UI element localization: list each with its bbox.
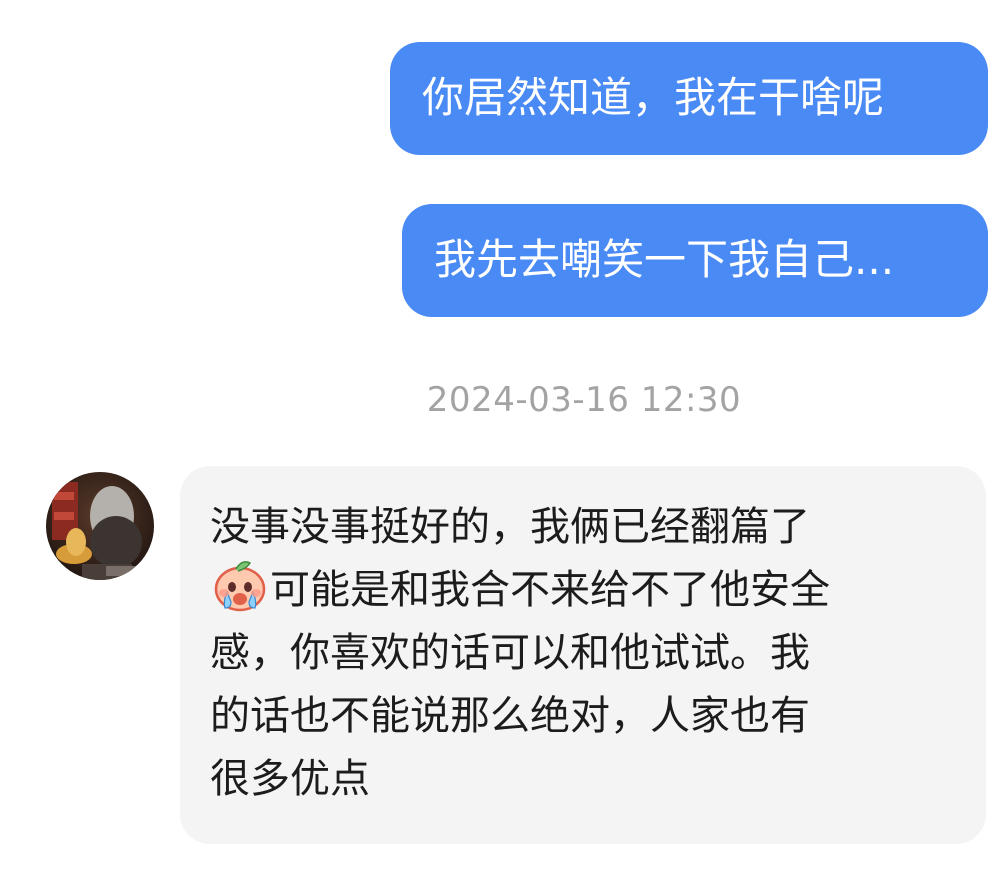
chat-thread: 你居然知道，我在干啥呢 我先去嘲笑一下我自己... 2024-03-16 12:… — [0, 0, 996, 894]
crying-peach-sticker-icon — [210, 559, 270, 613]
message-text-line: 很多优点 — [210, 756, 370, 802]
outgoing-message-bubble[interactable]: 我先去嘲笑一下我自己... — [402, 204, 988, 317]
message-text-line: 的话也不能说那么绝对，人家也有 — [210, 693, 810, 739]
message-text: 你居然知道，我在干啥呢 — [422, 73, 885, 122]
message-text-line: 感，你喜欢的话可以和他试试。我 — [210, 630, 810, 676]
message-timestamp: 2024-03-16 12:30 — [426, 380, 742, 420]
message-text-segment: 可能是和我合不来给不了他安全 — [270, 567, 830, 613]
message-text-line: 没事没事挺好的，我俩已经翻篇了 — [210, 504, 810, 550]
incoming-message-bubble[interactable]: 没事没事挺好的，我俩已经翻篇了 可能是和我合不来给不了他安全 感，你喜欢的话可以… — [180, 466, 986, 844]
message-text: 我先去嘲笑一下我自己... — [434, 235, 895, 284]
outgoing-message-bubble[interactable]: 你居然知道，我在干啥呢 — [390, 42, 988, 155]
message-text-line: 可能是和我合不来给不了他安全 — [210, 559, 962, 622]
avatar[interactable] — [46, 472, 154, 580]
avatar-photo-icon — [46, 472, 154, 580]
